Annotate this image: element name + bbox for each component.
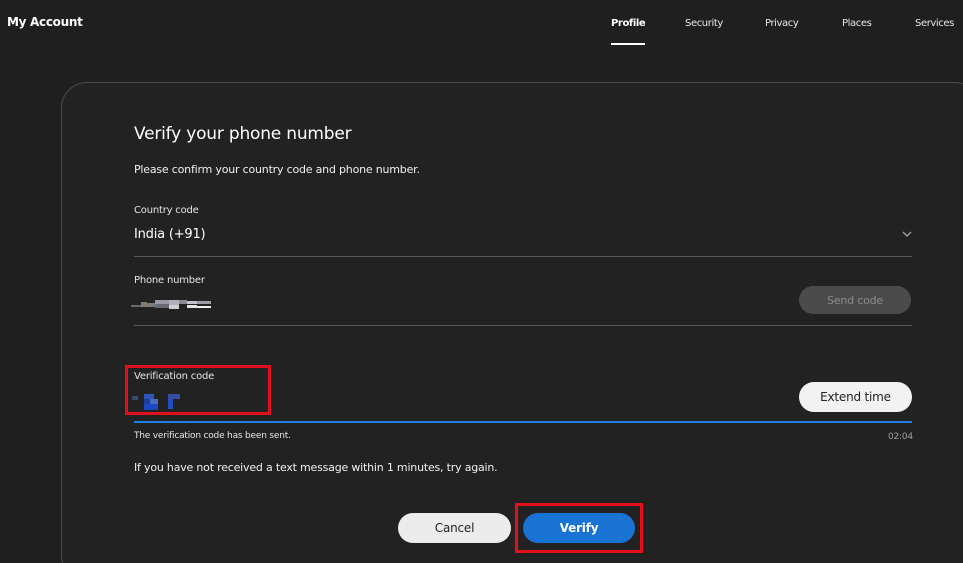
top-nav: Profile Security Privacy Places Services <box>0 18 963 48</box>
tab-privacy[interactable]: Privacy <box>765 18 799 29</box>
send-code-button[interactable]: Send code <box>799 286 911 314</box>
page-subtitle: Please confirm your country code and pho… <box>134 163 420 176</box>
code-sent-message: The verification code has been sent. <box>134 431 291 441</box>
tab-profile[interactable]: Profile <box>611 18 646 45</box>
extend-time-button[interactable]: Extend time <box>799 382 912 412</box>
tab-security[interactable]: Security <box>685 18 723 29</box>
masked-phone-number[interactable] <box>131 298 211 310</box>
phone-divider <box>134 325 912 326</box>
phone-number-label: Phone number <box>134 275 205 286</box>
tab-places[interactable]: Places <box>842 18 872 29</box>
tab-services[interactable]: Services <box>915 18 954 29</box>
verification-code-label: Verification code <box>134 371 215 382</box>
verification-input-underline <box>134 421 912 423</box>
country-code-label: Country code <box>134 205 199 216</box>
masked-verification-code[interactable] <box>132 394 182 410</box>
app-window: My Account Profile Security Privacy Plac… <box>0 0 963 563</box>
verification-card <box>61 82 963 563</box>
cancel-button[interactable]: Cancel <box>398 513 511 543</box>
page-title: Verify your phone number <box>134 124 352 144</box>
countdown-timer: 02:04 <box>888 432 913 442</box>
chevron-down-icon[interactable] <box>900 227 914 241</box>
country-code-select[interactable]: India (+91) <box>134 227 206 242</box>
verify-button[interactable]: Verify <box>523 513 635 543</box>
country-divider <box>134 256 912 257</box>
retry-message: If you have not received a text message … <box>134 461 498 474</box>
